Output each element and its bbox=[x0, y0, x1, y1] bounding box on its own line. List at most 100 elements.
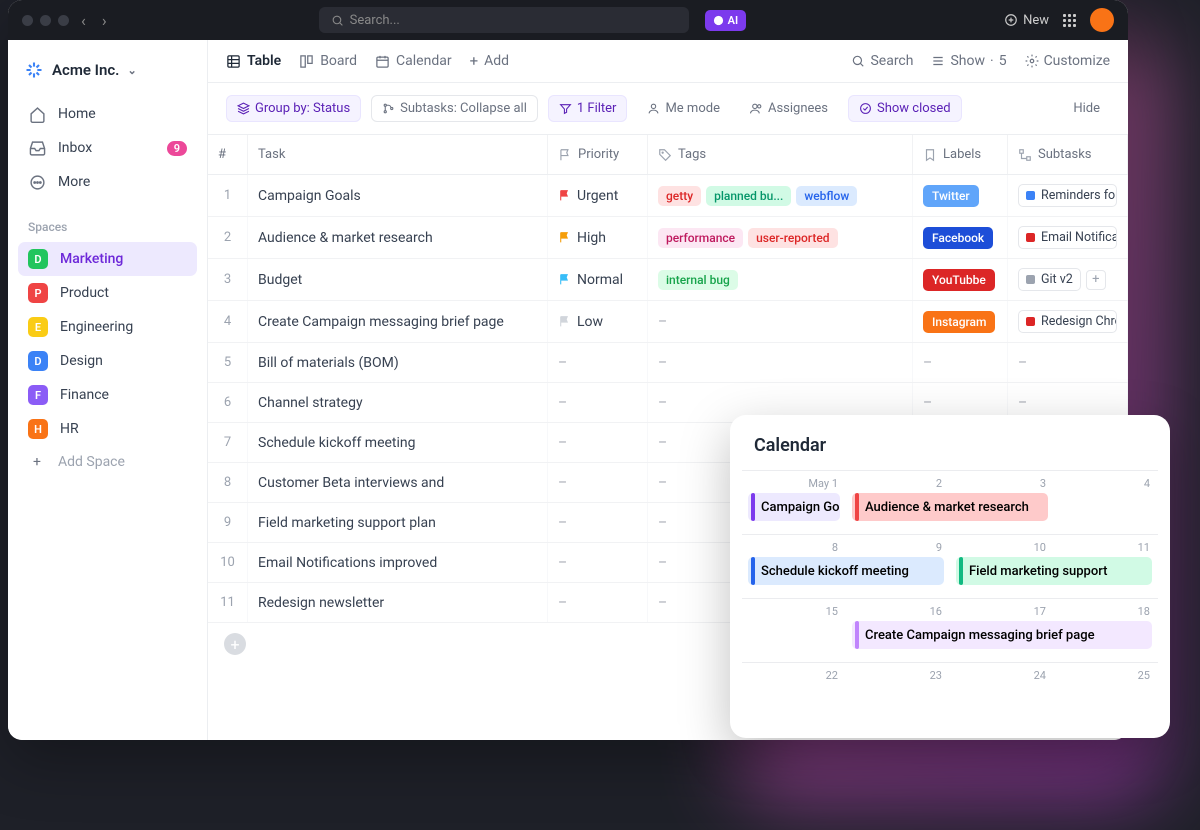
filter-subtasks[interactable]: Subtasks: Collapse all bbox=[371, 95, 538, 122]
apps-grid-icon[interactable] bbox=[1063, 14, 1076, 27]
cell-task[interactable]: Campaign Goals bbox=[248, 175, 548, 216]
filter-count[interactable]: 1 Filter bbox=[548, 95, 628, 122]
cell-priority[interactable]: – bbox=[548, 383, 648, 422]
cell-tags[interactable]: performanceuser-reported bbox=[648, 217, 913, 258]
cell-priority[interactable]: – bbox=[548, 343, 648, 382]
filter-me-mode[interactable]: Me mode bbox=[637, 96, 730, 121]
cell-subtasks[interactable]: Email Notificat bbox=[1008, 217, 1128, 258]
sidebar-space-design[interactable]: DDesign bbox=[18, 344, 197, 378]
col-labels[interactable]: Labels bbox=[913, 135, 1008, 174]
sidebar-space-finance[interactable]: FFinance bbox=[18, 378, 197, 412]
tag-chip[interactable]: getty bbox=[658, 186, 701, 206]
col-tags[interactable]: Tags bbox=[648, 135, 913, 174]
add-subtask-button[interactable]: + bbox=[1086, 270, 1106, 290]
subtask-chip[interactable]: Git v2 bbox=[1018, 268, 1081, 291]
toolbar-search[interactable]: Search bbox=[851, 53, 913, 69]
cell-labels[interactable]: – bbox=[913, 343, 1008, 382]
cell-subtasks[interactable]: – bbox=[1008, 343, 1128, 382]
cell-task[interactable]: Schedule kickoff meeting bbox=[248, 423, 548, 462]
col-priority[interactable]: Priority bbox=[548, 135, 648, 174]
calendar-cell[interactable]: 10Field marketing support bbox=[950, 534, 1054, 598]
filter-hide[interactable]: Hide bbox=[1063, 96, 1110, 121]
calendar-cell[interactable]: 23 bbox=[846, 662, 950, 726]
subtask-chip[interactable]: Reminders for bbox=[1018, 184, 1117, 207]
tab-calendar[interactable]: Calendar bbox=[375, 53, 452, 69]
filter-assignees[interactable]: Assignees bbox=[740, 96, 838, 121]
cell-priority[interactable]: – bbox=[548, 583, 648, 622]
cell-labels[interactable]: Facebook bbox=[913, 217, 1008, 258]
add-circle-icon[interactable]: + bbox=[224, 633, 246, 655]
cell-priority[interactable]: High bbox=[548, 217, 648, 258]
tag-chip[interactable]: user-reported bbox=[748, 228, 837, 248]
calendar-cell[interactable]: 3 bbox=[950, 470, 1054, 534]
calendar-cell[interactable]: 2Audience & market research bbox=[846, 470, 950, 534]
calendar-cell[interactable]: 11 bbox=[1054, 534, 1158, 598]
calendar-cell[interactable]: 24 bbox=[950, 662, 1054, 726]
nav-back-icon[interactable]: ‹ bbox=[77, 11, 90, 30]
cell-task[interactable]: Bill of materials (BOM) bbox=[248, 343, 548, 382]
table-row[interactable]: 4 Create Campaign messaging brief page L… bbox=[208, 301, 1128, 343]
calendar-cell[interactable]: 9 bbox=[846, 534, 950, 598]
subtask-chip[interactable]: Redesign Chro bbox=[1018, 310, 1117, 333]
tab-board[interactable]: Board bbox=[299, 53, 357, 69]
tag-chip[interactable]: planned bu... bbox=[706, 186, 791, 206]
cell-tags[interactable]: gettyplanned bu...webflow bbox=[648, 175, 913, 216]
sidebar-space-marketing[interactable]: DMarketing bbox=[18, 242, 197, 276]
col-task[interactable]: Task bbox=[248, 135, 548, 174]
filter-group-by[interactable]: Group by: Status bbox=[226, 95, 361, 122]
col-subtasks[interactable]: Subtasks bbox=[1008, 135, 1128, 174]
calendar-cell[interactable]: 22 bbox=[742, 662, 846, 726]
tag-chip[interactable]: performance bbox=[658, 228, 743, 248]
cell-priority[interactable]: – bbox=[548, 463, 648, 502]
cell-task[interactable]: Redesign newsletter bbox=[248, 583, 548, 622]
cell-priority[interactable]: Urgent bbox=[548, 175, 648, 216]
cell-task[interactable]: Customer Beta interviews and bbox=[248, 463, 548, 502]
label-pill[interactable]: YouTubbe bbox=[923, 269, 995, 291]
subtask-chip[interactable]: Email Notificat bbox=[1018, 226, 1117, 249]
nav-home[interactable]: Home bbox=[18, 98, 197, 130]
nav-inbox[interactable]: Inbox 9 bbox=[18, 132, 197, 164]
cell-priority[interactable]: Normal bbox=[548, 259, 648, 300]
table-row[interactable]: 1 Campaign Goals Urgent gettyplanned bu.… bbox=[208, 175, 1128, 217]
cell-subtasks[interactable]: Reminders for bbox=[1008, 175, 1128, 216]
cell-task[interactable]: Channel strategy bbox=[248, 383, 548, 422]
calendar-cell[interactable]: 18 bbox=[1054, 598, 1158, 662]
calendar-cell[interactable]: 17 bbox=[950, 598, 1054, 662]
calendar-cell[interactable]: 8Schedule kickoff meeting bbox=[742, 534, 846, 598]
calendar-cell[interactable]: 15 bbox=[742, 598, 846, 662]
cell-priority[interactable]: Low bbox=[548, 301, 648, 342]
cell-task[interactable]: Field marketing support plan bbox=[248, 503, 548, 542]
nav-more[interactable]: More bbox=[18, 166, 197, 198]
cell-tags[interactable]: internal bug bbox=[648, 259, 913, 300]
cell-labels[interactable]: Twitter bbox=[913, 175, 1008, 216]
calendar-cell[interactable]: 16Create Campaign messaging brief page bbox=[846, 598, 950, 662]
label-pill[interactable]: Instagram bbox=[923, 311, 995, 333]
table-row[interactable]: 2 Audience & market research High perfor… bbox=[208, 217, 1128, 259]
cell-subtasks[interactable]: Redesign Chro bbox=[1008, 301, 1128, 342]
col-num[interactable]: # bbox=[208, 135, 248, 174]
global-search-input[interactable]: Search... bbox=[319, 7, 689, 33]
filter-show-closed[interactable]: Show closed bbox=[848, 95, 962, 122]
add-space-button[interactable]: + Add Space bbox=[18, 446, 197, 478]
cell-priority[interactable]: – bbox=[548, 543, 648, 582]
cell-task[interactable]: Budget bbox=[248, 259, 548, 300]
cell-labels[interactable]: Instagram bbox=[913, 301, 1008, 342]
sidebar-space-hr[interactable]: HHR bbox=[18, 412, 197, 446]
label-pill[interactable]: Twitter bbox=[923, 185, 979, 207]
cell-tags[interactable]: – bbox=[648, 301, 913, 342]
cell-task[interactable]: Audience & market research bbox=[248, 217, 548, 258]
tag-chip[interactable]: webflow bbox=[796, 186, 857, 206]
calendar-cell[interactable]: 25 bbox=[1054, 662, 1158, 726]
new-button[interactable]: New bbox=[1004, 13, 1049, 28]
user-avatar[interactable] bbox=[1090, 8, 1114, 32]
calendar-cell[interactable]: May 1Campaign Goals bbox=[742, 470, 846, 534]
calendar-cell[interactable]: 4 bbox=[1054, 470, 1158, 534]
tab-add-view[interactable]: + Add bbox=[470, 52, 509, 70]
ai-button[interactable]: AI bbox=[705, 10, 747, 31]
cell-task[interactable]: Create Campaign messaging brief page bbox=[248, 301, 548, 342]
calendar-event[interactable]: Campaign Goals bbox=[748, 493, 840, 521]
sidebar-space-product[interactable]: PProduct bbox=[18, 276, 197, 310]
cell-subtasks[interactable]: Git v2+ bbox=[1008, 259, 1128, 300]
tab-table[interactable]: Table bbox=[226, 53, 281, 69]
cell-priority[interactable]: – bbox=[548, 503, 648, 542]
